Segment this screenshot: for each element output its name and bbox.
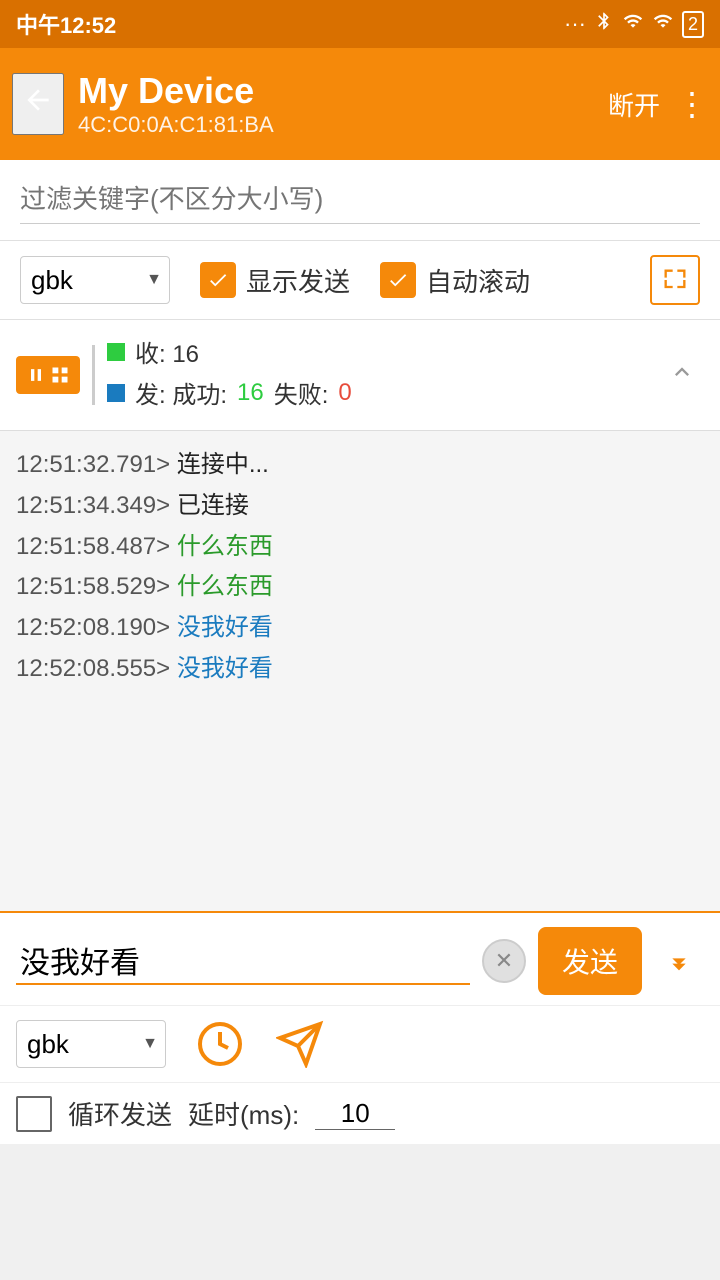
log-entry: 12:51:32.791> 连接中... [16,445,704,486]
mac-address: 4C:C0:0A:C1:81:BA [78,112,608,138]
log-time: 12:51:58.529> [16,573,170,600]
log-time: 12:52:08.555> [16,655,170,682]
wifi-icon [652,11,674,37]
bottom-encoding-wrapper: gbk utf-8 ascii [16,1020,166,1068]
delay-label: 延时(ms): [188,1095,299,1132]
bluetooth-icon [594,11,614,37]
send-success-count: 16 [237,379,264,407]
status-time: 中午12:52 [16,8,116,40]
title-section: My Device 4C:C0:0A:C1:81:BA [78,70,608,138]
clear-input-button[interactable]: ✕ [482,939,526,983]
send-stat: 发: 成功: 16 失败: 0 [107,375,660,410]
auto-scroll-group: 自动滚动 [380,262,530,299]
log-time: 12:52:08.190> [16,614,170,641]
log-entry: 12:51:58.487> 什么东西 [16,527,704,568]
encoding-select-wrapper: gbk utf-8 ascii [20,256,170,304]
clock-button[interactable] [194,1018,246,1070]
device-name: My Device [78,70,608,112]
log-message: 连接中... [170,451,269,478]
recv-label: 收: 16 [135,334,199,369]
app-bar: My Device 4C:C0:0A:C1:81:BA 断开 ⋮ [0,48,720,160]
filter-section [0,160,720,241]
filter-input[interactable] [20,176,700,224]
log-entry: 12:51:34.349> 已连接 [16,486,704,527]
log-entry: 12:51:58.529> 什么东西 [16,567,704,608]
loop-send-label: 循环发送 [68,1095,172,1132]
stats-panel: 收: 16 发: 成功: 16 失败: 0 [0,320,720,431]
stats-divider [92,345,95,405]
log-entry: 12:52:08.190> 没我好看 [16,608,704,649]
recv-stat: 收: 16 [107,334,660,369]
log-time: 12:51:34.349> [16,492,170,519]
encoding-select[interactable]: gbk utf-8 ascii [20,256,170,304]
loop-row: 循环发送 延时(ms): [0,1082,720,1144]
log-time: 12:51:58.487> [16,533,170,560]
signal-bars-icon [622,11,644,37]
bottom-encoding-select[interactable]: gbk utf-8 ascii [16,1020,166,1068]
message-input[interactable] [16,937,470,985]
loop-send-checkbox[interactable] [16,1096,52,1132]
send-indicator [107,384,125,402]
log-entry: 12:52:08.555> 没我好看 [16,649,704,690]
recv-indicator [107,343,125,361]
battery-icon: 2 [682,11,704,38]
show-send-label: 显示发送 [246,262,350,299]
input-area: ✕ 发送 [0,911,720,1005]
send-prefix: 发: 成功: [135,375,227,410]
back-button[interactable] [12,73,64,135]
auto-scroll-label: 自动滚动 [426,262,530,299]
disconnect-button[interactable]: 断开 [608,86,660,123]
log-time: 12:51:32.791> [16,451,170,478]
log-message: 什么东西 [170,533,273,560]
signal-dots-icon: ··· [564,11,586,37]
stats-action-buttons [16,356,80,394]
status-icons: ··· 2 [564,11,704,38]
fullscreen-button[interactable] [650,255,700,305]
log-message: 没我好看 [170,655,273,682]
collapse-button[interactable] [660,350,704,401]
send-fail-count: 0 [338,379,351,407]
status-bar: 中午12:52 ··· 2 [0,0,720,48]
delay-input[interactable] [315,1098,395,1130]
log-area: 12:51:32.791> 连接中...12:51:34.349> 已连接12:… [0,431,720,911]
expand-button[interactable] [654,936,704,986]
bottom-controls: gbk utf-8 ascii [0,1005,720,1082]
log-message: 什么东西 [170,573,273,600]
send-button[interactable]: 发送 [538,927,642,995]
send-fail-prefix: 失败: [274,375,329,410]
more-button[interactable]: ⋮ [676,85,708,123]
send-row: ✕ 发送 [16,927,704,995]
controls-row: gbk utf-8 ascii 显示发送 自动滚动 [0,241,720,320]
stats-info: 收: 16 发: 成功: 16 失败: 0 [107,334,660,416]
log-message: 已连接 [170,492,249,519]
log-message: 没我好看 [170,614,273,641]
show-send-checkbox[interactable] [200,262,236,298]
show-send-group: 显示发送 [200,262,350,299]
send-history-button[interactable] [274,1018,326,1070]
pause-button[interactable] [16,356,80,394]
auto-scroll-checkbox[interactable] [380,262,416,298]
